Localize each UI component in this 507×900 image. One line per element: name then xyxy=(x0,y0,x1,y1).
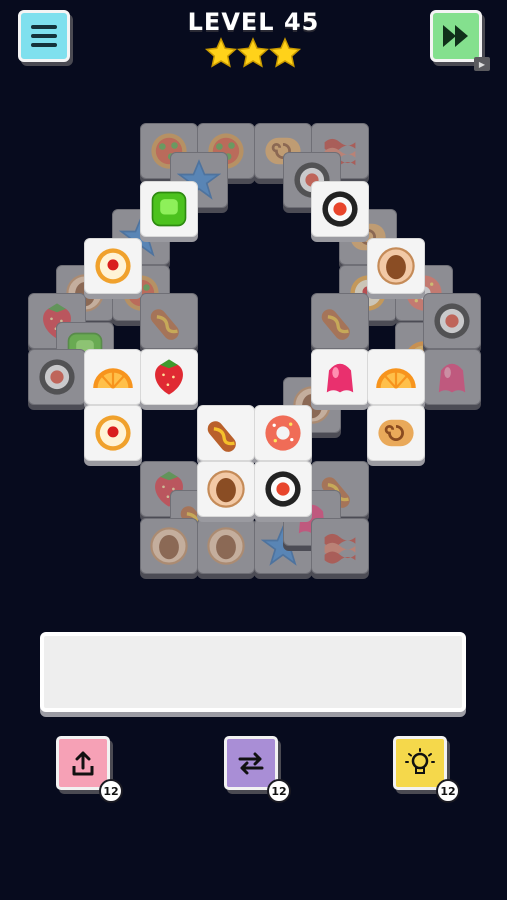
tile-sushi[interactable] xyxy=(254,461,312,517)
tile-cookie xyxy=(140,518,198,574)
tile-sushi xyxy=(423,293,481,349)
tile-egg-tart[interactable] xyxy=(84,238,142,294)
hint-count: 12 xyxy=(436,779,460,803)
tile-cookie[interactable] xyxy=(367,238,425,294)
tile-cookie xyxy=(197,518,255,574)
sausage-icon xyxy=(207,421,236,452)
tile-orange-slice[interactable] xyxy=(367,349,425,405)
shuffle-count: 12 xyxy=(267,779,291,803)
shuffle-button[interactable]: 12 xyxy=(224,736,291,803)
tile-cookie[interactable] xyxy=(197,461,255,517)
tile-jelly[interactable] xyxy=(311,349,369,405)
shuffle-icon xyxy=(238,752,264,775)
cookie-icon xyxy=(150,527,188,565)
tile-sushi xyxy=(28,349,86,405)
cookie-icon xyxy=(207,470,245,508)
swiss-roll-icon xyxy=(378,419,414,447)
egg-tart-icon xyxy=(95,248,131,284)
tile-egg-tart[interactable] xyxy=(84,405,142,461)
donut-icon xyxy=(265,415,301,451)
tile-sausage xyxy=(140,293,198,349)
sushi-icon xyxy=(322,191,358,227)
sushi-icon xyxy=(39,359,75,395)
tile-sushi[interactable] xyxy=(311,181,369,237)
undo-count: 12 xyxy=(99,779,123,803)
tile-swiss-roll[interactable] xyxy=(367,405,425,461)
lightbulb-icon xyxy=(405,748,435,774)
bacon-icon xyxy=(324,533,356,564)
hint-button[interactable]: 12 xyxy=(393,736,460,803)
cookie-icon xyxy=(207,527,245,565)
tile-jelly-cube[interactable] xyxy=(140,181,198,237)
tile-bacon xyxy=(311,518,369,574)
cookie-icon xyxy=(377,247,415,285)
undo-button[interactable]: 12 xyxy=(56,736,123,803)
tile-strawberry[interactable] xyxy=(140,349,198,405)
tile-orange-slice[interactable] xyxy=(84,349,142,405)
strawberry-icon xyxy=(155,359,183,395)
tile-sausage[interactable] xyxy=(197,405,255,461)
jelly-cube-icon xyxy=(151,191,187,227)
tile-donut[interactable] xyxy=(254,405,312,461)
tile-jelly xyxy=(423,349,481,405)
tile-tray xyxy=(40,632,466,712)
jelly-icon xyxy=(326,363,354,393)
egg-tart-icon xyxy=(95,415,131,451)
sushi-icon xyxy=(265,471,301,507)
orange-slice-icon xyxy=(376,368,416,389)
tile-sausage xyxy=(311,293,369,349)
sausage-icon xyxy=(150,309,179,340)
jelly-icon xyxy=(438,363,466,393)
sausage-icon xyxy=(321,309,350,340)
orange-slice-icon xyxy=(93,368,133,389)
undo-arrow-icon xyxy=(72,751,94,776)
sushi-icon xyxy=(434,303,470,339)
